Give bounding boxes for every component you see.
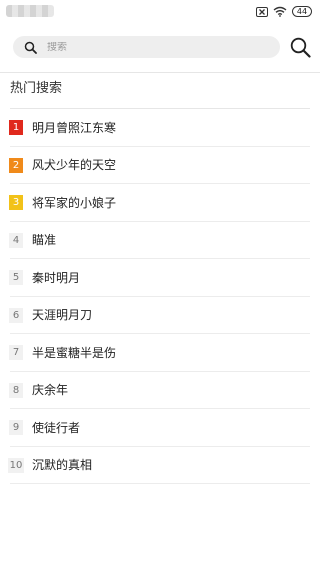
- status-bar-left-blurred: [6, 5, 54, 17]
- search-input[interactable]: [47, 41, 257, 53]
- search-button[interactable]: [289, 36, 311, 58]
- hot-search-item-text: 庆余年: [32, 383, 69, 398]
- hot-search-item-text: 风犬少年的天空: [32, 158, 117, 173]
- hot-search-item-text: 使徒行者: [32, 420, 81, 435]
- search-icon: [23, 40, 37, 54]
- hot-search-item[interactable]: 1 明月曾照江东寒: [0, 109, 320, 147]
- hot-search-item[interactable]: 4 瞄准: [0, 222, 320, 260]
- rank-badge: 6: [9, 307, 23, 323]
- rank-badge: 7: [9, 345, 23, 361]
- search-header: [0, 22, 320, 73]
- hot-search-item[interactable]: 5 秦时明月: [0, 259, 320, 297]
- hot-search-item[interactable]: 10 沉默的真相: [0, 447, 320, 485]
- wifi-icon: [273, 6, 287, 17]
- rank-badge: 10: [8, 457, 24, 473]
- status-bar: 44: [0, 0, 320, 22]
- sim-x-icon: [256, 6, 268, 17]
- hot-search-item-text: 将军家的小娘子: [32, 195, 117, 210]
- rank-badge: 8: [9, 382, 23, 398]
- rank-badge: 9: [9, 420, 23, 436]
- search-box[interactable]: [13, 36, 280, 58]
- rank-badge: 2: [9, 157, 23, 173]
- hot-search-item-text: 沉默的真相: [32, 458, 93, 473]
- battery-icon: 44: [292, 6, 312, 17]
- app-screen: 44 热门搜索 1 明月曾照江东寒 2: [0, 0, 320, 566]
- hot-search-list: 1 明月曾照江东寒 2 风犬少年的天空 3 将军家的小娘子 4 瞄准 5 秦时明…: [0, 109, 320, 484]
- hot-search-title: 热门搜索: [10, 81, 63, 96]
- rank-badge: 3: [9, 195, 23, 211]
- search-icon: [290, 37, 311, 58]
- hot-search-item[interactable]: 9 使徒行者: [0, 409, 320, 447]
- hot-search-item[interactable]: 7 半是蜜糖半是伤: [0, 334, 320, 372]
- hot-search-item-text: 秦时明月: [32, 270, 81, 285]
- hot-search-item[interactable]: 2 风犬少年的天空: [0, 147, 320, 185]
- hot-search-item[interactable]: 3 将军家的小娘子: [0, 184, 320, 222]
- hot-search-item-text: 瞄准: [32, 233, 57, 248]
- hot-search-item-text: 半是蜜糖半是伤: [32, 345, 117, 360]
- hot-search-item[interactable]: 6 天涯明月刀: [0, 297, 320, 335]
- rank-badge: 4: [9, 232, 23, 248]
- rank-badge: 5: [9, 270, 23, 286]
- hot-search-item[interactable]: 8 庆余年: [0, 372, 320, 410]
- hot-search-item-text: 天涯明月刀: [32, 308, 93, 323]
- hot-search-item-text: 明月曾照江东寒: [32, 120, 117, 135]
- status-icons: 44: [256, 5, 312, 18]
- rank-badge: 1: [9, 120, 23, 136]
